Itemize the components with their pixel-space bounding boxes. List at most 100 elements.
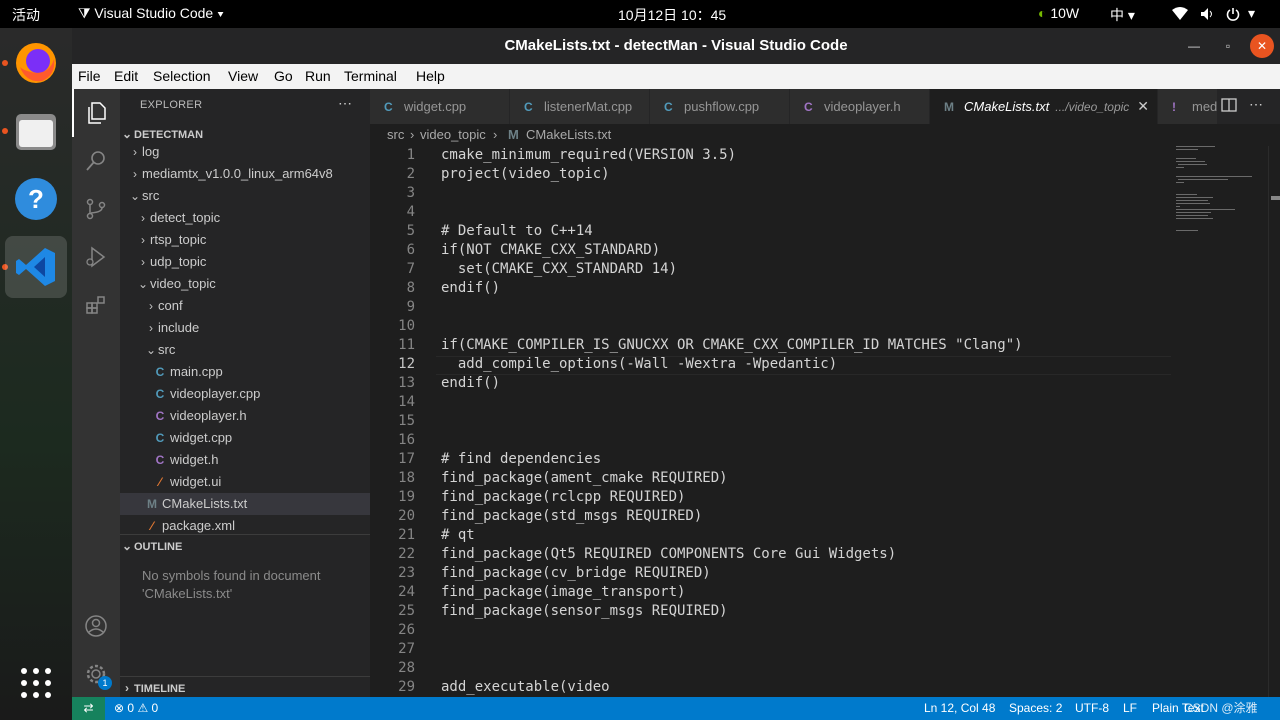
clock[interactable]: 10月12日 10：45 xyxy=(618,5,726,25)
close-button[interactable]: ✕ xyxy=(1250,34,1274,58)
indentation[interactable]: Spaces: 2 xyxy=(1009,697,1062,720)
line-number: 20 xyxy=(398,508,415,524)
run-debug-icon[interactable] xyxy=(72,233,120,281)
menu-run[interactable]: Run xyxy=(305,68,331,84)
cursor-position[interactable]: Ln 12, Col 48 xyxy=(924,697,995,720)
file-item[interactable]: M CMakeLists.txt xyxy=(120,493,370,515)
window-titlebar[interactable]: CMakeLists.txt - detectMan - Visual Stud… xyxy=(72,28,1280,64)
line-ending[interactable]: LF xyxy=(1123,697,1137,720)
vscode-icon[interactable] xyxy=(5,236,67,298)
code-line: 29 add_executable(video xyxy=(370,678,1170,697)
split-editor-icon[interactable] xyxy=(1221,97,1237,118)
tab-med[interactable]: ! med xyxy=(1158,89,1218,124)
cmake-file-icon: M xyxy=(508,127,519,142)
file-item[interactable]: Cvideoplayer.cpp xyxy=(120,383,370,405)
code-text: add_compile_options(-Wall -Wextra -Wpeda… xyxy=(441,356,838,372)
cmake-file-icon: M xyxy=(147,497,157,511)
menu-view[interactable]: View xyxy=(228,68,258,84)
file-item[interactable]: Cmain.cpp xyxy=(120,361,370,383)
folder-item[interactable]: ⌄ src xyxy=(120,185,370,207)
svg-text:?: ? xyxy=(28,184,44,214)
line-number: 3 xyxy=(406,185,415,201)
remote-indicator-icon[interactable]: ⇄ xyxy=(72,697,105,720)
power-icon[interactable] xyxy=(1226,5,1240,22)
maximize-button[interactable]: ▫ xyxy=(1216,34,1240,58)
search-icon[interactable] xyxy=(72,137,120,185)
activities-button[interactable]: 活动 xyxy=(12,5,40,25)
help-icon[interactable]: ? xyxy=(5,168,67,230)
folder-item[interactable]: › mediamtx_v1.0.0_linux_arm64v8 xyxy=(120,163,370,185)
folder-item[interactable]: › include xyxy=(120,317,370,339)
folder-item[interactable]: › conf xyxy=(120,295,370,317)
tab-label: videoplayer.h xyxy=(824,99,901,114)
folder-item[interactable]: › log xyxy=(120,141,370,163)
line-number: 7 xyxy=(406,261,415,277)
folder-item[interactable]: ⌄ video_topic xyxy=(120,273,370,295)
input-method-indicator[interactable]: 中 ▾ xyxy=(1110,5,1135,25)
tree-item-label: video_topic xyxy=(150,276,216,291)
problems-indicator[interactable]: ⊗ 0 ⚠ 0 xyxy=(114,697,158,720)
tab-cmakelists-txt[interactable]: M CMakeLists.txt .../video_topic ✕ xyxy=(930,89,1158,124)
file-item[interactable]: ⁄ widget.ui xyxy=(120,471,370,493)
file-item[interactable]: Cwidget.h xyxy=(120,449,370,471)
settings-gear-icon[interactable]: 1 xyxy=(72,650,120,698)
menu-bar: File Edit Selection View Go Run Terminal… xyxy=(72,64,1280,89)
line-number: 12 xyxy=(398,356,415,372)
minimap[interactable] xyxy=(1176,146,1270,346)
minimize-button[interactable]: — xyxy=(1182,34,1206,58)
vertical-scrollbar[interactable] xyxy=(1268,146,1280,697)
app-menu[interactable]: ⧩ Visual Studio Code ▾ xyxy=(78,5,224,22)
more-actions-icon[interactable]: ⋯ xyxy=(1249,96,1263,113)
file-item[interactable]: Cwidget.cpp xyxy=(120,427,370,449)
source-control-icon[interactable] xyxy=(72,185,120,233)
encoding[interactable]: UTF-8 xyxy=(1075,697,1109,720)
minimap-line xyxy=(1176,146,1215,147)
folder-item[interactable]: › udp_topic xyxy=(120,251,370,273)
code-text: find_package(std_msgs REQUIRED) xyxy=(441,508,703,524)
firefox-icon[interactable] xyxy=(5,32,67,94)
code-line: 24 find_package(image_transport) xyxy=(370,583,1170,602)
cpp-file-icon: C xyxy=(155,365,165,379)
chevron-down-icon: ⌄ xyxy=(121,539,133,553)
more-actions-icon[interactable]: ⋯ xyxy=(338,95,352,112)
extensions-icon[interactable] xyxy=(72,281,120,329)
show-apps-icon[interactable] xyxy=(5,652,67,714)
file-item[interactable]: Cvideoplayer.h xyxy=(120,405,370,427)
menu-help[interactable]: Help xyxy=(416,68,445,84)
breadcrumb-file[interactable]: CMakeLists.txt xyxy=(526,124,611,146)
menu-terminal[interactable]: Terminal xyxy=(344,68,397,84)
gpu-indicator[interactable]: ◐ 10W xyxy=(1038,5,1079,21)
folder-item[interactable]: › detect_topic xyxy=(120,207,370,229)
chevron-right-icon: › xyxy=(133,145,137,159)
tree-item-label: rtsp_topic xyxy=(150,232,207,247)
menu-selection[interactable]: Selection xyxy=(153,68,211,84)
header-file-icon: C xyxy=(155,409,165,423)
accounts-icon[interactable] xyxy=(72,602,120,650)
tree-item-label: widget.h xyxy=(170,452,219,467)
wifi-icon[interactable] xyxy=(1172,5,1188,21)
tab-videoplayer-h[interactable]: Cvideoplayer.h xyxy=(790,89,930,124)
outline-section[interactable]: ⌄ OUTLINE xyxy=(120,534,370,557)
tab-listenermat-cpp[interactable]: ClistenerMat.cpp xyxy=(510,89,650,124)
code-text: find_package(image_transport) xyxy=(441,584,686,600)
line-number: 14 xyxy=(398,394,415,410)
code-editor[interactable]: 1 cmake_minimum_required(VERSION 3.5) 2 pro… xyxy=(370,146,1280,697)
folder-item[interactable]: ⌄ src xyxy=(120,339,370,361)
breadcrumb-video-topic[interactable]: video_topic xyxy=(420,124,486,146)
outline-message-line-1: No symbols found in document xyxy=(142,568,321,583)
tab-pushflow-cpp[interactable]: Cpushflow.cpp xyxy=(650,89,790,124)
caret-down-icon[interactable]: ▾ xyxy=(1248,5,1255,22)
timeline-section[interactable]: › TIMELINE xyxy=(120,676,370,699)
files-icon[interactable] xyxy=(5,100,67,162)
tab-widget-cpp[interactable]: Cwidget.cpp xyxy=(370,89,510,124)
folder-item[interactable]: › rtsp_topic xyxy=(120,229,370,251)
menu-file[interactable]: File xyxy=(78,68,101,84)
menu-edit[interactable]: Edit xyxy=(114,68,138,84)
code-text: add_executable(video xyxy=(441,679,610,695)
breadcrumb-src[interactable]: src xyxy=(387,124,404,146)
close-tab-icon[interactable]: ✕ xyxy=(1137,89,1149,124)
volume-icon[interactable] xyxy=(1200,5,1216,21)
explorer-icon[interactable] xyxy=(72,89,120,137)
menu-go[interactable]: Go xyxy=(274,68,293,84)
minimap-line xyxy=(1176,215,1208,216)
